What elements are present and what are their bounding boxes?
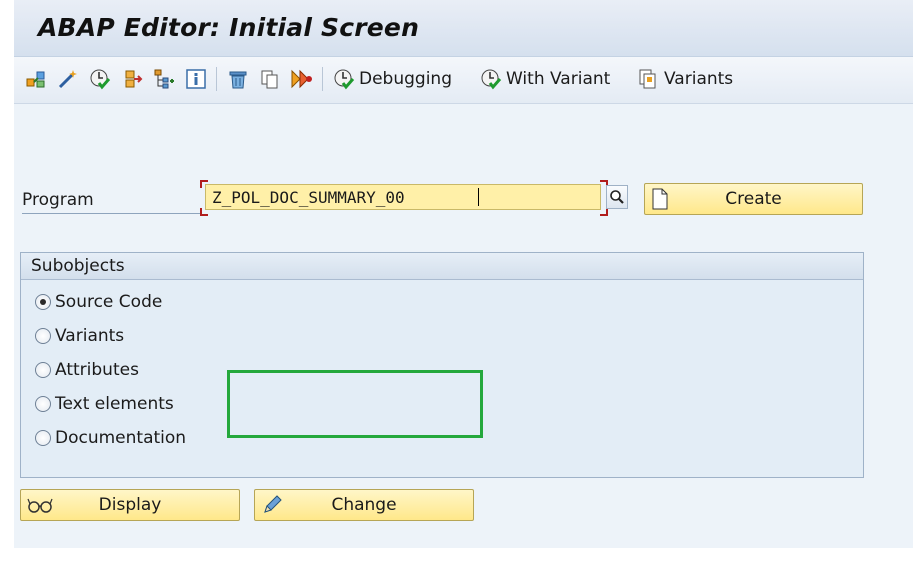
radio-button[interactable] <box>35 396 51 412</box>
rename-icon[interactable] <box>290 67 314 91</box>
radio-variants[interactable]: Variants <box>35 324 124 348</box>
main-content: Program Create Subobjects Sourc <box>14 104 913 548</box>
radio-source-code[interactable]: Source Code <box>35 290 162 314</box>
program-input-wrapper <box>200 180 608 216</box>
radio-label: Attributes <box>55 360 139 380</box>
subobjects-title-bar: Subobjects <box>21 253 863 280</box>
radio-text-elements[interactable]: Text elements <box>35 392 174 416</box>
program-label-underline <box>22 213 202 214</box>
with-variant-button[interactable]: With Variant <box>480 66 610 92</box>
magic-wand-icon[interactable] <box>56 67 80 91</box>
change-button[interactable]: Change <box>254 489 474 521</box>
subobjects-title: Subobjects <box>31 256 125 276</box>
pencil-icon <box>261 490 283 520</box>
check-icon[interactable] <box>88 67 112 91</box>
delete-icon[interactable] <box>226 67 250 91</box>
variants-button[interactable]: Variants <box>638 66 733 92</box>
toolbar-separator <box>216 67 217 91</box>
with-variant-check-icon <box>480 68 502 90</box>
program-input[interactable] <box>205 184 601 210</box>
search-help-button[interactable] <box>606 185 628 209</box>
change-label: Change <box>331 495 397 515</box>
radio-label: Documentation <box>55 428 187 448</box>
debugging-button[interactable]: Debugging <box>333 66 452 92</box>
where-used-icon[interactable] <box>120 67 144 91</box>
radio-label: Variants <box>55 326 125 346</box>
radio-button[interactable] <box>35 328 51 344</box>
create-label: Create <box>725 189 782 209</box>
glasses-icon <box>27 490 53 520</box>
display-button[interactable]: Display <box>20 489 240 521</box>
text-cursor <box>478 188 479 206</box>
debugging-label: Debugging <box>359 69 452 89</box>
variants-label: Variants <box>664 69 734 89</box>
variants-icon <box>638 68 660 90</box>
required-marker <box>600 208 608 216</box>
create-button[interactable]: Create <box>644 183 863 215</box>
radio-label: Text elements <box>55 394 174 414</box>
radio-button[interactable] <box>35 430 51 446</box>
program-label: Program <box>22 190 94 210</box>
application-toolbar: Debugging With Variant Variants <box>14 57 913 104</box>
search-icon <box>610 190 624 204</box>
debug-check-icon <box>333 68 355 90</box>
hierarchy-icon[interactable] <box>152 67 176 91</box>
title-bar: ABAP Editor: Initial Screen <box>14 0 913 57</box>
object-list-icon[interactable] <box>24 67 48 91</box>
radio-attributes[interactable]: Attributes <box>35 358 139 382</box>
radio-button[interactable] <box>35 362 51 378</box>
display-label: Display <box>98 495 162 515</box>
sap-window: ABAP Editor: Initial Screen Debugging Wi… <box>14 0 913 548</box>
radio-label: Source Code <box>55 292 163 312</box>
copy-icon[interactable] <box>258 67 282 91</box>
radio-documentation[interactable]: Documentation <box>35 426 186 450</box>
radio-selected-dot <box>40 299 46 305</box>
document-icon <box>651 184 669 214</box>
with-variant-label: With Variant <box>506 69 611 89</box>
toolbar-separator <box>322 67 323 91</box>
page-title: ABAP Editor: Initial Screen <box>38 13 420 42</box>
subobjects-group: Subobjects Source Code Variants Attribut… <box>20 252 864 478</box>
info-icon[interactable] <box>184 67 208 91</box>
radio-button[interactable] <box>35 294 51 310</box>
